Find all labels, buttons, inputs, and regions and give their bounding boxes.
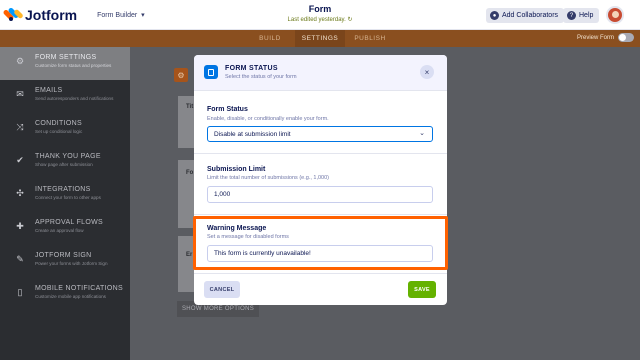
- sidebar-item-title: EMAILS: [35, 87, 63, 94]
- sidebar-item-form-settings[interactable]: ⚙ FORM SETTINGS Customize form status an…: [0, 47, 130, 80]
- preview-form-control[interactable]: Preview Form: [577, 33, 634, 42]
- divider: [194, 153, 447, 154]
- tab-build[interactable]: BUILD: [245, 30, 295, 47]
- modal-header: FORM STATUS Select the status of your fo…: [194, 55, 447, 91]
- submission-limit-help: Limit the total number of submissions (e…: [207, 175, 329, 181]
- sidebar-item-title: APPROVAL FLOWS: [35, 219, 103, 226]
- form-status-value: Disable at submission limit: [214, 130, 291, 138]
- warning-message-label: Warning Message: [207, 225, 267, 232]
- sidebar-item-conditions[interactable]: ⤨ CONDITIONS Set up conditional logic: [0, 113, 130, 146]
- add-collaborators-label: Add Collaborators: [502, 12, 559, 19]
- form-status-help: Enable, disable, or conditionally enable…: [207, 116, 329, 122]
- gear-icon: ⚙: [15, 55, 25, 66]
- form-status-select[interactable]: Disable at submission limit ⌄: [207, 126, 433, 142]
- cancel-button[interactable]: CANCEL: [204, 281, 240, 298]
- sidebar-item-title: CONDITIONS: [35, 120, 82, 127]
- avatar[interactable]: [606, 6, 624, 24]
- tab-settings[interactable]: SETTINGS: [295, 30, 345, 47]
- sidebar-item-emails[interactable]: ✉ EMAILS Send autoresponders and notific…: [0, 80, 130, 113]
- warning-message-input[interactable]: This form is currently unavailable!: [207, 245, 433, 262]
- sidebar-item-subtitle: Set up conditional logic: [35, 129, 83, 134]
- app-root: Jotform Form Builder ▾ Form Last edited …: [0, 0, 640, 360]
- sidebar-item-subtitle: Power your forms with Jotform Sign: [35, 261, 108, 266]
- add-collaborators-button[interactable]: ● Add Collaborators: [486, 8, 565, 23]
- sidebar-item-title: JOTFORM SIGN: [35, 252, 92, 259]
- help-icon: ?: [567, 11, 576, 20]
- tab-list: BUILD SETTINGS PUBLISH: [0, 30, 640, 47]
- sidebar-item-subtitle: Connect your form to other apps: [35, 195, 101, 200]
- sidebar-item-mobile-notifications[interactable]: ▯ MOBILE NOTIFICATIONS Customize mobile …: [0, 278, 130, 311]
- last-edited-text: Last edited yesterday.: [287, 17, 346, 23]
- form-status-label: Form Status: [207, 106, 248, 113]
- sidebar-item-subtitle: Create an approval flow: [35, 228, 84, 233]
- settings-section-icon: ⚙: [174, 68, 188, 82]
- divider: [194, 214, 447, 215]
- check-circle-icon: ✔: [16, 154, 24, 165]
- phone-icon: ▯: [17, 286, 23, 297]
- sidebar-item-title: THANK YOU PAGE: [35, 153, 101, 160]
- warning-message-help: Set a message for disabled forms: [207, 234, 289, 240]
- puzzle-icon: ✣: [16, 187, 24, 198]
- help-button[interactable]: ? Help: [563, 8, 600, 23]
- warning-message-value: This form is currently unavailable!: [214, 250, 311, 257]
- preview-form-toggle[interactable]: [618, 33, 634, 42]
- sidebar-item-approval-flows[interactable]: ✚ APPROVAL FLOWS Create an approval flow: [0, 212, 130, 245]
- close-icon[interactable]: ×: [420, 65, 434, 79]
- top-bar: Jotform Form Builder ▾ Form Last edited …: [0, 0, 640, 30]
- background-label: Tit: [186, 104, 194, 110]
- sidebar-item-jotform-sign[interactable]: ✎ JOTFORM SIGN Power your forms with Jot…: [0, 245, 130, 278]
- document-icon: [204, 65, 218, 79]
- chevron-down-icon: ⌄: [419, 130, 425, 137]
- submission-limit-label: Submission Limit: [207, 166, 266, 173]
- save-button[interactable]: SAVE: [408, 281, 436, 298]
- sidebar-item-title: MOBILE NOTIFICATIONS: [35, 285, 123, 292]
- sidebar-item-thank-you-page[interactable]: ✔ THANK YOU PAGE Show page after submiss…: [0, 146, 130, 179]
- background-label: Er: [186, 252, 193, 258]
- submission-limit-value: 1,000: [214, 191, 231, 198]
- shuffle-icon: ⤨: [16, 121, 24, 132]
- pen-icon: ✎: [16, 253, 24, 264]
- sidebar-item-title: FORM SETTINGS: [35, 54, 97, 61]
- refresh-icon: ↻: [347, 17, 353, 23]
- background-label: Fo: [186, 170, 194, 176]
- sidebar-item-subtitle: Send autoresponders and notifications: [35, 96, 114, 101]
- preview-form-label: Preview Form: [576, 34, 614, 41]
- sidebar-item-subtitle: Customize mobile app notifications: [35, 294, 106, 299]
- envelope-icon: ✉: [16, 88, 24, 99]
- sidebar-item-subtitle: Customize form status and properties: [35, 63, 112, 68]
- sidebar-item-subtitle: Show page after submission: [35, 162, 93, 167]
- sidebar-item-title: INTEGRATIONS: [35, 186, 91, 193]
- submission-limit-input[interactable]: 1,000: [207, 186, 433, 203]
- flow-icon: ✚: [16, 220, 24, 231]
- help-label: Help: [579, 12, 594, 19]
- modal-title: FORM STATUS: [225, 65, 278, 72]
- modal-subtitle: Select the status of your form: [225, 74, 297, 80]
- tab-publish[interactable]: PUBLISH: [345, 30, 395, 47]
- sidebar-item-integrations[interactable]: ✣ INTEGRATIONS Connect your form to othe…: [0, 179, 130, 212]
- modal-footer: CANCEL SAVE: [194, 273, 447, 305]
- user-icon: ●: [490, 11, 499, 20]
- tab-bar: BUILD SETTINGS PUBLISH Preview Form: [0, 30, 640, 47]
- form-status-modal: FORM STATUS Select the status of your fo…: [194, 55, 447, 305]
- settings-sidebar: ⚙ FORM SETTINGS Customize form status an…: [0, 47, 130, 360]
